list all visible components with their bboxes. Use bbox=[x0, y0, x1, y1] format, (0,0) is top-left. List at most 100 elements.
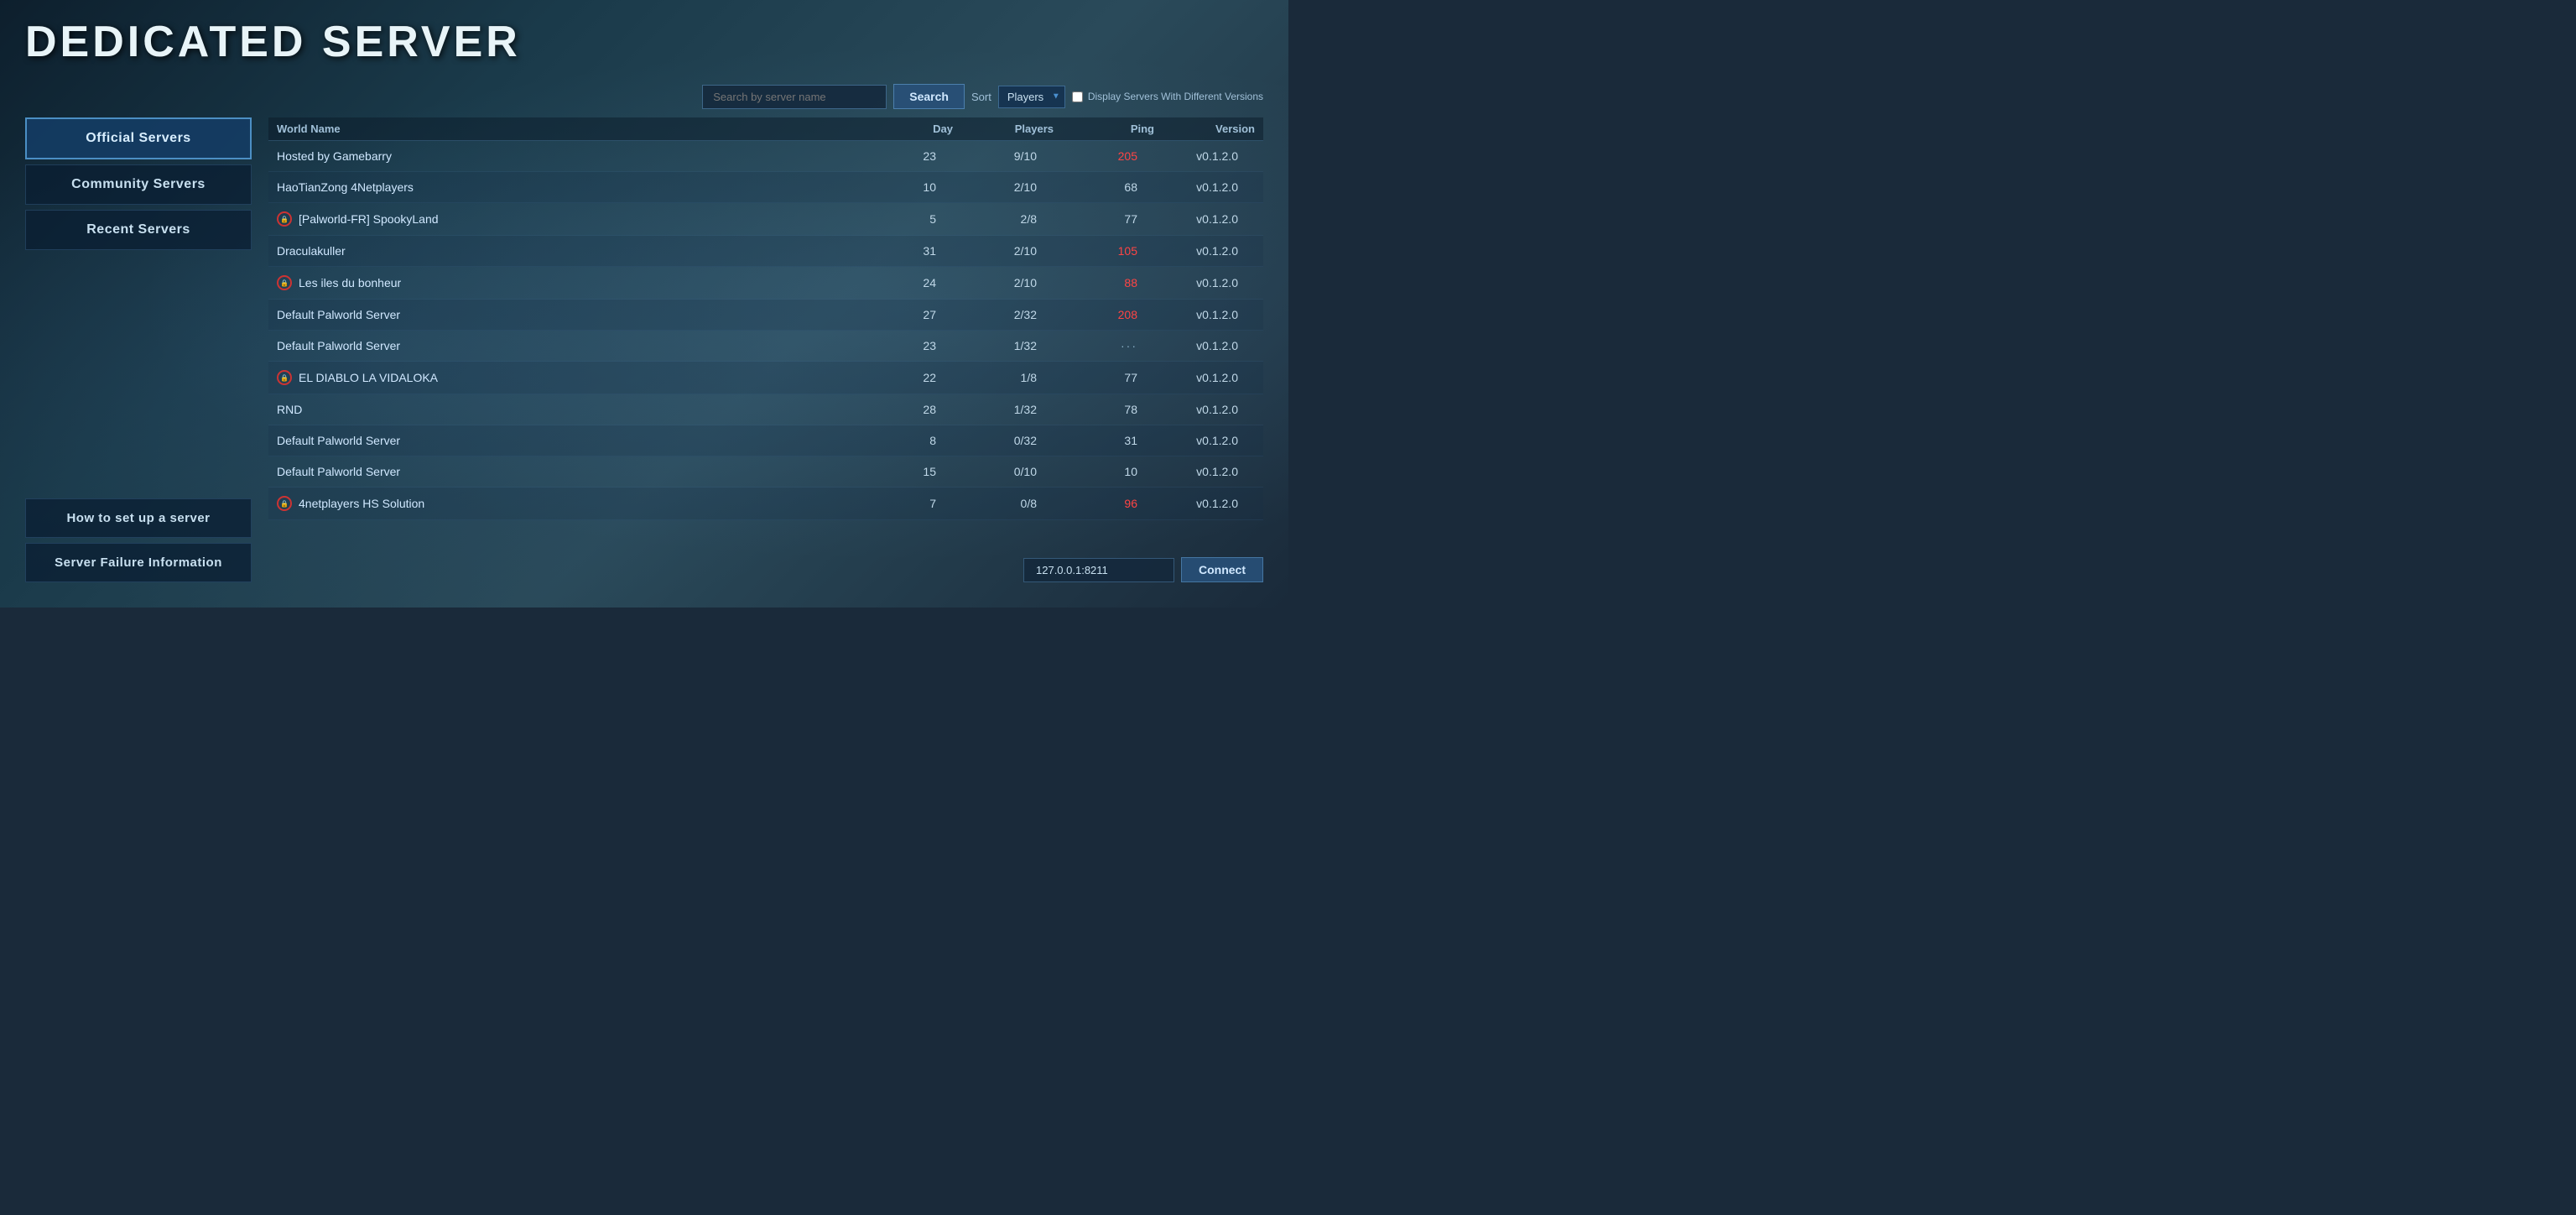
header-world-name: World Name bbox=[277, 123, 852, 135]
header-version: Version bbox=[1154, 123, 1255, 135]
cell-version: v0.1.2.0 bbox=[1154, 339, 1255, 352]
table-row[interactable]: 🔒[Palworld-FR] SpookyLand52/877v0.1.2.0 bbox=[268, 203, 1263, 236]
cell-server-name: Default Palworld Server bbox=[277, 339, 852, 352]
cell-server-name: 🔒[Palworld-FR] SpookyLand bbox=[277, 211, 852, 227]
cell-version: v0.1.2.0 bbox=[1154, 403, 1255, 416]
cell-ping: 10 bbox=[1054, 465, 1154, 478]
cell-day: 23 bbox=[852, 339, 953, 352]
cell-ping: 68 bbox=[1054, 180, 1154, 194]
cell-server-name: Hosted by Gamebarry bbox=[277, 149, 852, 163]
table-row[interactable]: Hosted by Gamebarry239/10205v0.1.2.0 bbox=[268, 141, 1263, 172]
cell-day: 8 bbox=[852, 434, 953, 447]
cell-day: 15 bbox=[852, 465, 953, 478]
cell-players: 2/10 bbox=[953, 244, 1054, 258]
cell-day: 28 bbox=[852, 403, 953, 416]
cell-server-name: Default Palworld Server bbox=[277, 434, 852, 447]
header-day: Day bbox=[852, 123, 953, 135]
cell-version: v0.1.2.0 bbox=[1154, 212, 1255, 226]
lock-icon: 🔒 bbox=[277, 211, 292, 227]
table-row[interactable]: Default Palworld Server231/32···v0.1.2.0 bbox=[268, 331, 1263, 362]
cell-players: 1/32 bbox=[953, 339, 1054, 352]
cell-version: v0.1.2.0 bbox=[1154, 434, 1255, 447]
ip-input[interactable] bbox=[1023, 558, 1174, 582]
search-input[interactable] bbox=[702, 85, 887, 109]
nav-section-bottom: How to set up a server Server Failure Inf… bbox=[25, 498, 252, 582]
cell-day: 10 bbox=[852, 180, 953, 194]
sidebar-item-failure[interactable]: Server Failure Information bbox=[25, 543, 252, 582]
sort-select-wrapper: Players bbox=[998, 86, 1065, 108]
table-header: World Name Day Players Ping Version bbox=[268, 117, 1263, 141]
header-ping: Ping bbox=[1054, 123, 1154, 135]
cell-version: v0.1.2.0 bbox=[1154, 497, 1255, 510]
table-row[interactable]: 🔒EL DIABLO LA VIDALOKA221/877v0.1.2.0 bbox=[268, 362, 1263, 394]
sort-label: Sort bbox=[971, 91, 991, 103]
cell-players: 2/10 bbox=[953, 180, 1054, 194]
sidebar-item-setup[interactable]: How to set up a server bbox=[25, 498, 252, 538]
display-option-label: Display Servers With Different Versions bbox=[1088, 91, 1263, 102]
cell-ping: 31 bbox=[1054, 434, 1154, 447]
cell-players: 1/32 bbox=[953, 403, 1054, 416]
cell-server-name: Default Palworld Server bbox=[277, 308, 852, 321]
cell-day: 7 bbox=[852, 497, 953, 510]
cell-server-name: 🔒4netplayers HS Solution bbox=[277, 496, 852, 511]
table-row[interactable]: RND281/3278v0.1.2.0 bbox=[268, 394, 1263, 425]
cell-ping: 96 bbox=[1054, 497, 1154, 510]
cell-server-name: Draculakuller bbox=[277, 244, 852, 258]
cell-version: v0.1.2.0 bbox=[1154, 149, 1255, 163]
cell-server-name: HaoTianZong 4Netplayers bbox=[277, 180, 852, 194]
display-versions-checkbox[interactable] bbox=[1072, 91, 1083, 102]
cell-server-name: RND bbox=[277, 403, 852, 416]
cell-players: 0/10 bbox=[953, 465, 1054, 478]
cell-ping: 208 bbox=[1054, 308, 1154, 321]
table-row[interactable]: Default Palworld Server80/3231v0.1.2.0 bbox=[268, 425, 1263, 456]
cell-ping: 88 bbox=[1054, 276, 1154, 289]
table-row[interactable]: Default Palworld Server150/1010v0.1.2.0 bbox=[268, 456, 1263, 488]
cell-day: 24 bbox=[852, 276, 953, 289]
cell-day: 23 bbox=[852, 149, 953, 163]
sidebar-item-recent[interactable]: Recent Servers bbox=[25, 210, 252, 250]
cell-server-name: 🔒Les iles du bonheur bbox=[277, 275, 852, 290]
lock-icon: 🔒 bbox=[277, 496, 292, 511]
cell-day: 5 bbox=[852, 212, 953, 226]
sidebar-item-community[interactable]: Community Servers bbox=[25, 164, 252, 205]
cell-server-name: Default Palworld Server bbox=[277, 465, 852, 478]
cell-ping: 105 bbox=[1054, 244, 1154, 258]
sidebar-item-official[interactable]: Official Servers bbox=[25, 117, 252, 159]
page-title: DEDICATED SERVER bbox=[25, 17, 1263, 67]
cell-server-name: 🔒EL DIABLO LA VIDALOKA bbox=[277, 370, 852, 385]
cell-version: v0.1.2.0 bbox=[1154, 465, 1255, 478]
server-area: Search Sort Players Display Servers With… bbox=[268, 84, 1263, 582]
cell-players: 9/10 bbox=[953, 149, 1054, 163]
server-table: World Name Day Players Ping Version Host… bbox=[268, 117, 1263, 544]
table-row[interactable]: Draculakuller312/10105v0.1.2.0 bbox=[268, 236, 1263, 267]
cell-version: v0.1.2.0 bbox=[1154, 180, 1255, 194]
table-row[interactable]: HaoTianZong 4Netplayers102/1068v0.1.2.0 bbox=[268, 172, 1263, 203]
cell-version: v0.1.2.0 bbox=[1154, 371, 1255, 384]
lock-icon: 🔒 bbox=[277, 370, 292, 385]
cell-ping: 78 bbox=[1054, 403, 1154, 416]
cell-ping: 205 bbox=[1054, 149, 1154, 163]
lock-icon: 🔒 bbox=[277, 275, 292, 290]
table-row[interactable]: Default Palworld Server272/32208v0.1.2.0 bbox=[268, 300, 1263, 331]
search-button[interactable]: Search bbox=[893, 84, 965, 109]
connect-button[interactable]: Connect bbox=[1181, 557, 1263, 582]
cell-version: v0.1.2.0 bbox=[1154, 244, 1255, 258]
sort-select[interactable]: Players bbox=[998, 86, 1065, 108]
cell-day: 27 bbox=[852, 308, 953, 321]
table-row[interactable]: 🔒Les iles du bonheur242/1088v0.1.2.0 bbox=[268, 267, 1263, 300]
toolbar: Search Sort Players Display Servers With… bbox=[268, 84, 1263, 109]
cell-version: v0.1.2.0 bbox=[1154, 308, 1255, 321]
header-players: Players bbox=[953, 123, 1054, 135]
cell-ping: 77 bbox=[1054, 371, 1154, 384]
table-row[interactable]: 🔒4netplayers HS Solution70/896v0.1.2.0 bbox=[268, 488, 1263, 520]
table-body: Hosted by Gamebarry239/10205v0.1.2.0HaoT… bbox=[268, 141, 1263, 544]
sidebar: Official Servers Community Servers Recent … bbox=[25, 84, 252, 582]
display-option: Display Servers With Different Versions bbox=[1072, 91, 1263, 102]
cell-ping: ··· bbox=[1054, 339, 1154, 352]
cell-day: 22 bbox=[852, 371, 953, 384]
bottom-bar: Connect bbox=[268, 552, 1263, 582]
cell-version: v0.1.2.0 bbox=[1154, 276, 1255, 289]
nav-section-main: Official Servers Community Servers Recent … bbox=[25, 117, 252, 250]
cell-players: 0/8 bbox=[953, 497, 1054, 510]
cell-players: 2/32 bbox=[953, 308, 1054, 321]
